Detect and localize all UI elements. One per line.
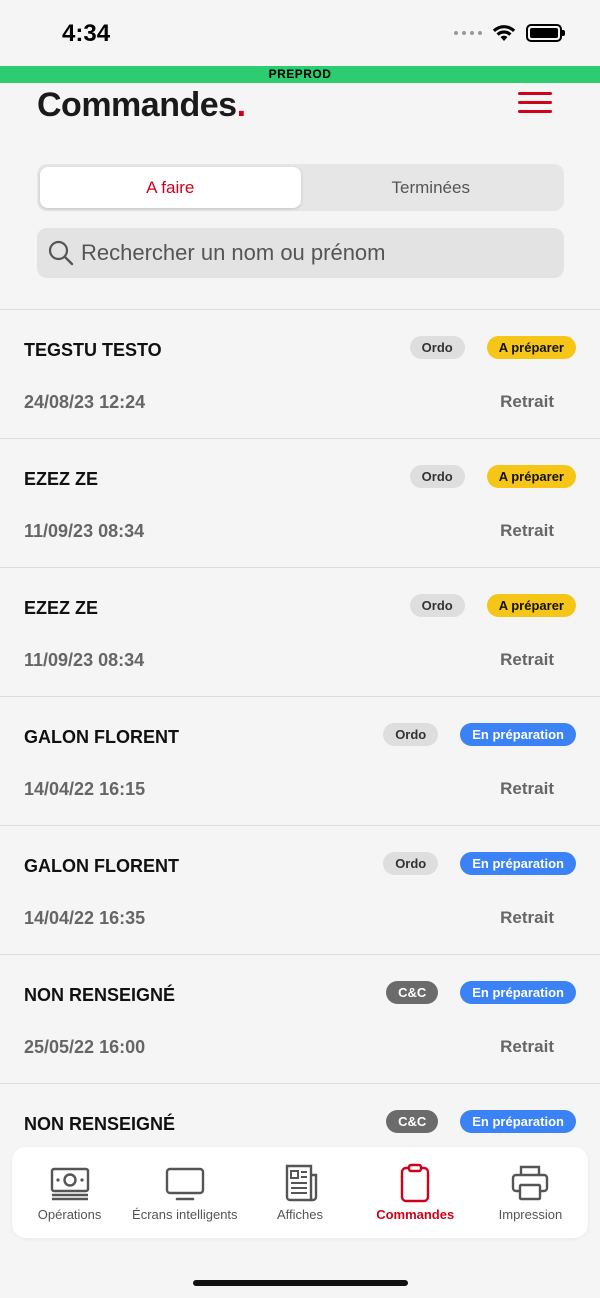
tab-label: Commandes	[376, 1207, 455, 1222]
order-date: 14/04/22 16:15	[24, 779, 146, 799]
search-input[interactable]	[81, 240, 541, 266]
order-date: 11/09/23 08:34	[24, 521, 145, 541]
order-type-badge: Ordo	[383, 723, 439, 746]
status-icons	[454, 24, 565, 42]
tab-impression[interactable]: Impression	[473, 1147, 588, 1238]
order-type-badge: Ordo	[409, 336, 465, 359]
order-mode: Retrait	[500, 650, 554, 669]
tab-ecrans-intelligents[interactable]: Écrans intelligents	[127, 1147, 242, 1238]
segment-a-faire[interactable]: A faire	[40, 167, 301, 208]
order-type-badge: C&C	[386, 981, 439, 1004]
order-name: EZEZ ZE	[24, 598, 99, 618]
order-list: TEGSTU TESTO Ordo A préparer 24/08/23 12…	[0, 309, 600, 1145]
order-row[interactable]: NON RENSEIGNÉ C&C En préparation	[0, 1084, 600, 1145]
order-name: TEGSTU TESTO	[24, 340, 162, 360]
signal-icon	[454, 31, 482, 35]
order-badges: C&C En préparation	[386, 1110, 576, 1133]
environment-banner: PREPROD	[0, 66, 600, 83]
order-badges: Ordo En préparation	[383, 852, 576, 875]
order-mode: Retrait	[500, 1037, 554, 1056]
order-mode: Retrait	[500, 521, 554, 540]
order-row[interactable]: TEGSTU TESTO Ordo A préparer 24/08/23 12…	[0, 310, 600, 439]
order-row[interactable]: GALON FLORENT Ordo En préparation 14/04/…	[0, 697, 600, 826]
order-name: GALON FLORENT	[24, 727, 179, 747]
title-dot: .	[236, 86, 246, 124]
clipboard-icon	[401, 1163, 430, 1203]
order-row[interactable]: EZEZ ZE Ordo A préparer 11/09/23 08:34 R…	[0, 439, 600, 568]
order-badges: Ordo En préparation	[383, 723, 576, 746]
tab-label: Impression	[498, 1207, 563, 1222]
order-date: 24/08/23 12:24	[24, 392, 146, 412]
tab-affiches[interactable]: Affiches	[242, 1147, 357, 1238]
order-date: 25/05/22 16:00	[24, 1037, 146, 1057]
order-status-badge: En préparation	[460, 981, 576, 1004]
bottom-tab-bar: Opérations Écrans intelligents Affiches …	[12, 1147, 588, 1238]
order-date: 11/09/23 08:34	[24, 650, 145, 670]
search-bar[interactable]	[37, 228, 564, 278]
battery-icon	[526, 24, 565, 42]
search-icon	[48, 240, 74, 266]
order-badges: C&C En préparation	[386, 981, 576, 1004]
tab-commandes[interactable]: Commandes	[358, 1147, 473, 1238]
tab-label: Affiches	[277, 1207, 324, 1222]
page-title: Commandes.	[37, 86, 246, 125]
wifi-icon	[492, 25, 516, 41]
printer-icon	[512, 1165, 549, 1201]
tab-label: Écrans intelligents	[132, 1207, 238, 1222]
order-status-badge: En préparation	[460, 852, 576, 875]
order-name: GALON FLORENT	[24, 856, 179, 876]
tab-operations[interactable]: Opérations	[12, 1147, 127, 1238]
home-indicator	[193, 1280, 408, 1286]
order-status-badge: A préparer	[486, 465, 576, 488]
banknote-icon	[50, 1167, 89, 1201]
order-name: EZEZ ZE	[24, 469, 99, 489]
monitor-icon	[165, 1167, 204, 1201]
order-row[interactable]: EZEZ ZE Ordo A préparer 11/09/23 08:34 R…	[0, 568, 600, 697]
hamburger-icon-line	[518, 110, 552, 113]
status-time: 4:34	[62, 20, 111, 47]
order-status-badge: A préparer	[486, 336, 576, 359]
newspaper-icon	[285, 1164, 318, 1202]
hamburger-icon-line	[518, 92, 552, 95]
tab-label: Opérations	[37, 1207, 102, 1222]
order-status-badge: En préparation	[460, 723, 576, 746]
order-mode: Retrait	[500, 392, 554, 411]
hamburger-icon-line	[518, 101, 552, 104]
page-title-text: Commandes	[37, 86, 237, 124]
order-type-badge: C&C	[386, 1110, 439, 1133]
menu-button[interactable]	[518, 92, 552, 116]
order-name: NON RENSEIGNÉ	[24, 1114, 176, 1134]
order-status-badge: A préparer	[486, 594, 576, 617]
order-type-badge: Ordo	[383, 852, 439, 875]
segmented-control: A faire Terminées	[37, 164, 564, 211]
order-mode: Retrait	[500, 908, 554, 927]
order-row[interactable]: NON RENSEIGNÉ C&C En préparation 25/05/2…	[0, 955, 600, 1084]
status-bar: 4:34	[0, 0, 600, 66]
order-row[interactable]: GALON FLORENT Ordo En préparation 14/04/…	[0, 826, 600, 955]
order-badges: Ordo A préparer	[409, 465, 576, 488]
order-name: NON RENSEIGNÉ	[24, 985, 176, 1005]
order-type-badge: Ordo	[409, 465, 465, 488]
order-type-badge: Ordo	[409, 594, 465, 617]
order-badges: Ordo A préparer	[409, 336, 576, 359]
segment-terminees[interactable]: Terminées	[301, 167, 562, 208]
order-mode: Retrait	[500, 779, 554, 798]
order-date: 14/04/22 16:35	[24, 908, 146, 928]
order-status-badge: En préparation	[460, 1110, 576, 1133]
order-badges: Ordo A préparer	[409, 594, 576, 617]
